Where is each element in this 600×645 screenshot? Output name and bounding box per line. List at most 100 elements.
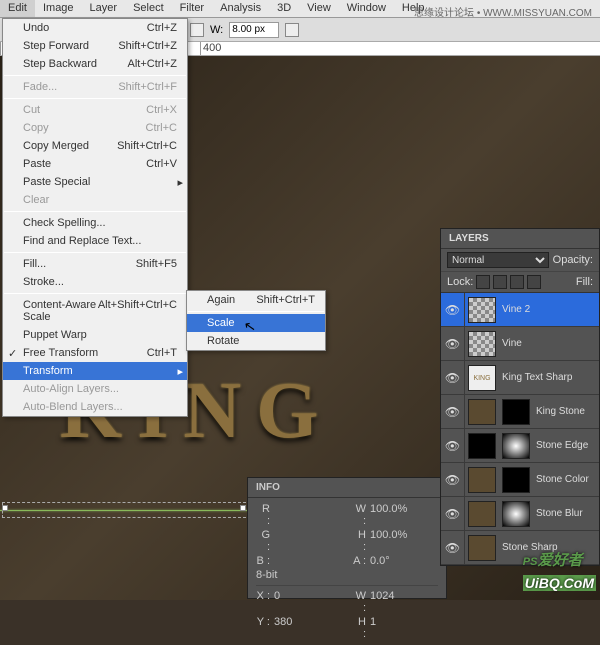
menu-item-step-backward[interactable]: Step BackwardAlt+Ctrl+Z <box>3 55 187 73</box>
visibility-eye-icon[interactable]: 👁 <box>441 497 465 531</box>
visibility-eye-icon[interactable]: 👁 <box>441 395 465 429</box>
transform-submenu: AgainShift+Ctrl+TScaleRotate <box>186 290 326 351</box>
layer-row[interactable]: 👁 Stone Edge <box>441 429 599 463</box>
fill-label: Fill: <box>576 276 593 288</box>
layer-thumb <box>468 467 496 493</box>
lock-label: Lock: <box>447 276 473 288</box>
menu-item-check-spelling-[interactable]: Check Spelling... <box>3 214 187 232</box>
menu-item-puppet-warp[interactable]: Puppet Warp <box>3 326 187 344</box>
layer-row[interactable]: 👁 Stone Color <box>441 463 599 497</box>
link-icon[interactable] <box>285 23 299 37</box>
edit-menu-dropdown: UndoCtrl+ZStep ForwardShift+Ctrl+ZStep B… <box>2 18 188 417</box>
menu-item-stroke-[interactable]: Stroke... <box>3 273 187 291</box>
menu-item-fill-[interactable]: Fill...Shift+F5 <box>3 255 187 273</box>
menu-item-cut[interactable]: CutCtrl+X <box>3 101 187 119</box>
layer-mask-thumb <box>502 433 530 459</box>
visibility-eye-icon[interactable]: 👁 <box>441 361 465 395</box>
menu-item-auto-align-layers-[interactable]: Auto-Align Layers... <box>3 380 187 398</box>
info-panel: INFO R : W :100.0% G : H :100.0% B : A :… <box>247 477 447 599</box>
layers-tab[interactable]: LAYERS <box>441 229 599 249</box>
layer-thumb <box>468 331 496 357</box>
menu-item-transform[interactable]: Transform▸ <box>3 362 187 380</box>
menu-select[interactable]: Select <box>125 0 172 17</box>
layer-name[interactable]: King Stone <box>533 406 599 417</box>
menu-item-copy-merged[interactable]: Copy MergedShift+Ctrl+C <box>3 137 187 155</box>
layer-row[interactable]: 👁 Vine 2 <box>441 293 599 327</box>
layer-thumb <box>468 297 496 323</box>
visibility-eye-icon[interactable]: 👁 <box>441 327 465 361</box>
menu-image[interactable]: Image <box>35 0 82 17</box>
info-r: R : <box>256 503 270 527</box>
transform-handle[interactable] <box>2 505 8 511</box>
menu-edit[interactable]: Edit <box>0 0 35 17</box>
layer-name[interactable]: Stone Color <box>533 474 599 485</box>
menu-item-free-transform[interactable]: Free TransformCtrl+T <box>3 344 187 362</box>
info-b: B : <box>256 555 270 567</box>
info-bit: 8-bit <box>256 569 438 581</box>
menu-view[interactable]: View <box>299 0 339 17</box>
menu-filter[interactable]: Filter <box>172 0 212 17</box>
width-label: W: <box>210 24 223 36</box>
layer-name[interactable]: Vine <box>499 338 599 349</box>
info-h2: H : <box>352 616 366 640</box>
layer-name[interactable]: Stone Blur <box>533 508 599 519</box>
menu-item-content-aware-scale[interactable]: Content-Aware ScaleAlt+Shift+Ctrl+C <box>3 296 187 326</box>
submenu-item-rotate[interactable]: Rotate <box>187 332 325 350</box>
menu-3d[interactable]: 3D <box>269 0 299 17</box>
visibility-eye-icon[interactable]: 👁 <box>441 463 465 497</box>
blend-mode-select[interactable]: Normal <box>447 252 549 268</box>
info-y: Y : <box>256 616 270 640</box>
menu-item-paste-special[interactable]: Paste Special▸ <box>3 173 187 191</box>
menu-item-clear[interactable]: Clear <box>3 191 187 209</box>
menu-item-paste[interactable]: PasteCtrl+V <box>3 155 187 173</box>
layer-mask-thumb <box>502 501 530 527</box>
info-w: W : <box>352 503 366 527</box>
watermark-bottom: PS爱好者 UiBQ.CoM <box>523 548 596 594</box>
layer-row[interactable]: 👁 Vine <box>441 327 599 361</box>
layer-row[interactable]: 👁 Stone Blur <box>441 497 599 531</box>
layers-panel: LAYERS Normal Opacity: Lock: Fill: 👁 Vine… <box>440 228 600 566</box>
menu-window[interactable]: Window <box>339 0 394 17</box>
info-h: H : <box>352 529 366 553</box>
submenu-item-again[interactable]: AgainShift+Ctrl+T <box>187 291 325 309</box>
lock-position-icon[interactable] <box>510 275 524 289</box>
info-tab[interactable]: INFO <box>248 478 446 498</box>
layer-thumb <box>468 535 496 561</box>
layer-row[interactable]: 👁 King Stone <box>441 395 599 429</box>
info-a: A : <box>352 555 366 567</box>
visibility-eye-icon[interactable]: 👁 <box>441 429 465 463</box>
transform-handle[interactable] <box>240 505 246 511</box>
menu-item-fade-[interactable]: Fade...Shift+Ctrl+F <box>3 78 187 96</box>
layer-name[interactable]: Stone Edge <box>533 440 599 451</box>
info-g: G : <box>256 529 270 553</box>
menu-layer[interactable]: Layer <box>82 0 126 17</box>
layer-mask-thumb <box>502 399 530 425</box>
layer-thumb <box>468 399 496 425</box>
menu-item-auto-blend-layers-[interactable]: Auto-Blend Layers... <box>3 398 187 416</box>
lock-all-icon[interactable] <box>527 275 541 289</box>
layer-row[interactable]: 👁KINGKing Text Sharp <box>441 361 599 395</box>
info-x: X : <box>256 590 270 614</box>
visibility-eye-icon[interactable]: 👁 <box>441 293 465 327</box>
layer-thumb <box>468 433 496 459</box>
layer-thumb: KING <box>468 365 496 391</box>
visibility-eye-icon[interactable]: 👁 <box>441 531 465 565</box>
watermark-top: 思缘设计论坛 • WWW.MISSYUAN.COM <box>414 4 592 19</box>
layer-name[interactable]: King Text Sharp <box>499 372 599 383</box>
layer-thumb <box>468 501 496 527</box>
ruler-tick: 400 <box>200 42 250 55</box>
layer-mask-thumb <box>502 467 530 493</box>
options-icon[interactable] <box>190 23 204 37</box>
layer-list: 👁Vine 2👁Vine👁KINGKing Text Sharp👁King St… <box>441 293 599 565</box>
menu-item-copy[interactable]: CopyCtrl+C <box>3 119 187 137</box>
menu-analysis[interactable]: Analysis <box>212 0 269 17</box>
menu-item-find-and-replace-text-[interactable]: Find and Replace Text... <box>3 232 187 250</box>
opacity-label: Opacity: <box>553 254 593 266</box>
lock-transparency-icon[interactable] <box>476 275 490 289</box>
menu-item-undo[interactable]: UndoCtrl+Z <box>3 19 187 37</box>
width-input[interactable] <box>229 22 279 38</box>
lock-pixels-icon[interactable] <box>493 275 507 289</box>
menu-item-step-forward[interactable]: Step ForwardShift+Ctrl+Z <box>3 37 187 55</box>
info-w2: W : <box>352 590 366 614</box>
layer-name[interactable]: Vine 2 <box>499 304 599 315</box>
